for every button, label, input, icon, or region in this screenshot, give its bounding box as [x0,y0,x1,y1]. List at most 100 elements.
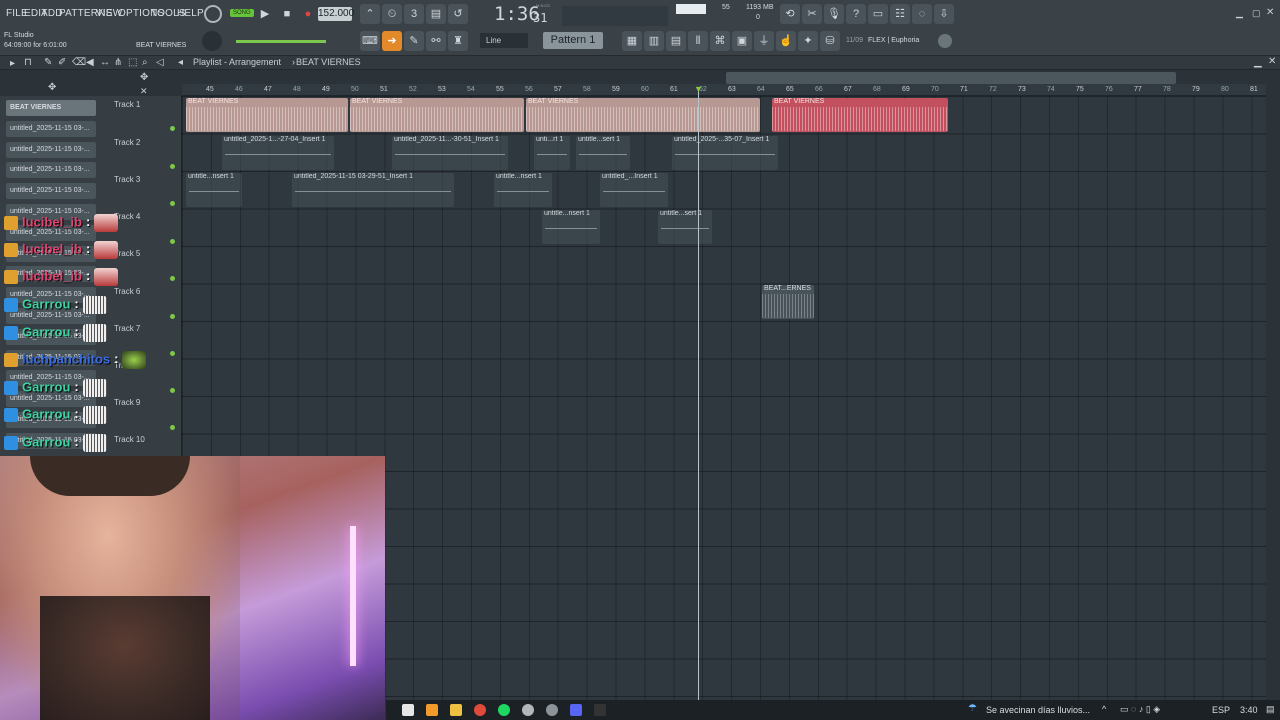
playlist-minimize-icon[interactable]: ▁ [1254,57,1262,68]
picker-item[interactable]: untitled_2025-11-15 03-... [6,141,96,158]
playlist-close-icon[interactable]: ✕ [1268,56,1276,67]
chat-username[interactable]: luchpanchitos [22,351,110,366]
clock[interactable]: 3:40 [1240,705,1258,715]
track-9-label[interactable]: Track 9 [114,398,140,407]
chat-username[interactable]: Garrrou [22,379,70,394]
audio-clip[interactable]: untitle...nsert 1 [186,173,242,207]
tray-icons[interactable]: ▭ ◌ ♪ ▯ ◈ [1120,704,1160,715]
metronome-icon[interactable]: ⌃ [360,4,380,24]
track-active-dot[interactable] [170,201,175,206]
language-indicator[interactable]: ESP [1212,705,1230,715]
loop-record-icon[interactable]: ↺ [448,4,468,24]
beat-clip[interactable]: BEAT VIERNES [186,98,348,132]
track-10-label[interactable]: Track 10 [114,435,145,444]
track-active-dot[interactable] [170,388,175,393]
explorer-icon[interactable] [450,704,462,716]
pattern-selector[interactable]: Pattern 1 [543,32,603,49]
audio-clip[interactable]: untitle...nsert 1 [542,210,600,244]
cut-icon[interactable]: ✂ [802,4,822,24]
ghost-beat-clip[interactable]: BEAT...ERNES [762,285,814,319]
chat-username[interactable]: lucibel_ib [22,214,82,229]
track-active-dot[interactable] [170,314,175,319]
flstudio-icon[interactable]: ✦ [798,31,818,51]
shop-icon[interactable]: ⛁ [820,31,840,51]
audio-clip[interactable]: untitled_2025-...35-07_Insert 1 [672,136,778,170]
chat-username[interactable]: Garrrou [22,324,70,339]
taskview-icon[interactable] [402,704,414,716]
track-3-label[interactable]: Track 3 [114,175,140,184]
menu-help[interactable]: HELP [177,8,204,19]
chat-username[interactable]: Garrrou [22,406,70,421]
playhead-triangle-icon[interactable]: ▼ [694,84,703,94]
audio-clip[interactable]: untitled_2025-11...-30-51_Insert 1 [392,136,508,170]
weather-text[interactable]: Se avecinan días lluvios... [986,705,1090,715]
help-icon[interactable]: ? [846,4,866,24]
master-pitch-knob[interactable] [202,31,222,51]
undo-icon[interactable]: ⟲ [780,4,800,24]
track-active-dot[interactable] [170,351,175,356]
chat-username[interactable]: Garrrou [22,434,70,449]
discord-icon[interactable] [570,704,582,716]
download-icon[interactable]: ⇩ [934,4,954,24]
save-icon[interactable]: ▭ [868,4,888,24]
track-1-label[interactable]: Track 1 [114,100,140,109]
channel-rack-icon[interactable]: ▤ [666,31,686,51]
chat-username[interactable]: lucibel_ib [22,241,82,256]
chrome-icon[interactable] [474,704,486,716]
track-active-dot[interactable] [170,126,175,131]
mixer-window-icon[interactable]: ⫴ [688,31,708,51]
magnet-icon[interactable]: ⊓ [24,57,32,68]
spotify-icon[interactable] [498,704,510,716]
audio-clip[interactable]: untitled_...Insert 1 [600,173,668,207]
track-active-dot[interactable] [170,239,175,244]
audio-clip[interactable]: untitled_2025-1...-27-04_Insert 1 [222,136,334,170]
track-2-label[interactable]: Track 2 [114,138,140,147]
audio-clip[interactable]: untitled_2025-11-15 03-29-51_Insert 1 [292,173,454,207]
playlist-arrow-icon[interactable]: ◂ [178,57,183,68]
picker-item[interactable]: untitled_2025-11-15 03-... [6,183,96,200]
browser-icon[interactable]: ⌘ [710,31,730,51]
track-7-label[interactable]: Track 7 [114,324,140,333]
track-active-dot[interactable] [170,164,175,169]
track-6-label[interactable]: Track 6 [114,287,140,296]
track-active-dot[interactable] [170,425,175,430]
snap-select[interactable]: Line [480,33,528,48]
chat-username[interactable]: Garrrou [22,296,70,311]
audio-clip[interactable]: untitle...sert 1 [576,136,630,170]
picker-item-beat[interactable]: BEAT VIERNES [6,100,96,116]
typing-keyboard-icon[interactable]: ⌨ [360,31,380,51]
notifications-icon[interactable]: ▤ [1266,704,1275,715]
horizontal-scrollbar[interactable] [726,72,1176,84]
audio-clip[interactable]: unti...rt 1 [534,136,570,170]
tempo-display[interactable]: 152.000 [318,7,354,21]
flstudio-taskbar-icon[interactable] [426,704,438,716]
timeline-ruler[interactable]: 45 47 49 51 53 55 57 59 61 63 65 67 69 71 73 75 77 79 81 46… [182,84,1266,96]
track-active-dot[interactable] [170,276,175,281]
mixer-icon[interactable]: ☷ [890,4,910,24]
project-icon[interactable]: ▣ [732,31,752,51]
stamp-icon[interactable]: ♜ [448,31,468,51]
terminal-icon[interactable] [594,704,606,716]
playlist-icon[interactable]: ▦ [622,31,642,51]
pat-song-switch[interactable] [204,5,222,23]
touch-icon[interactable]: ☝ [776,31,796,51]
mute-tool-icon[interactable]: ◀ [86,57,94,68]
song-mode-button[interactable]: SONG [230,9,254,17]
news-globe-icon[interactable] [938,34,952,48]
chat-username[interactable]: lucibel_ib [22,268,82,283]
app-icon[interactable] [522,704,534,716]
wait-input-icon[interactable]: ⏲ [382,4,402,24]
piano-roll-icon[interactable]: ▥ [644,31,664,51]
tray-up-icon[interactable]: ^ [1102,704,1106,714]
countdown-icon[interactable]: 3 [404,4,424,24]
audio-clip[interactable]: untitle...nsert 1 [494,173,552,207]
pencil-tool-icon[interactable]: ✎ [44,57,52,68]
master-volume-slider[interactable] [236,40,326,43]
beat-clip[interactable]: BEAT VIERNES [350,98,524,132]
stop-icon[interactable]: ■ [277,4,297,24]
obs-icon[interactable] [546,704,558,716]
chat-icon[interactable]: ◌ [912,4,932,24]
beat-clip-selected[interactable]: BEAT VIERNES [772,98,948,132]
delete-tool-icon[interactable]: ⌫ [72,57,86,68]
drag-handle-icon[interactable]: ✥ [48,82,56,93]
